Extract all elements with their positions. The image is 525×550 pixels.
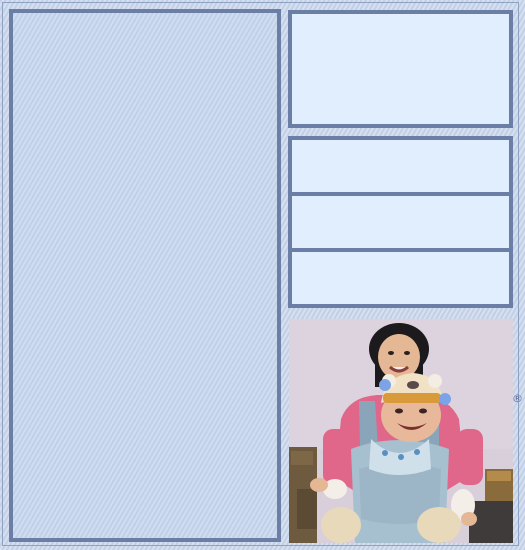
menu-box-1[interactable] <box>292 140 509 192</box>
main-content-panel <box>9 9 281 542</box>
top-right-box <box>288 10 513 128</box>
registered-mark: ® <box>512 392 523 405</box>
mother-baby-photo <box>289 319 513 543</box>
right-menu-stack <box>288 136 513 308</box>
menu-box-2[interactable] <box>292 196 509 248</box>
menu-box-3[interactable] <box>292 252 509 304</box>
